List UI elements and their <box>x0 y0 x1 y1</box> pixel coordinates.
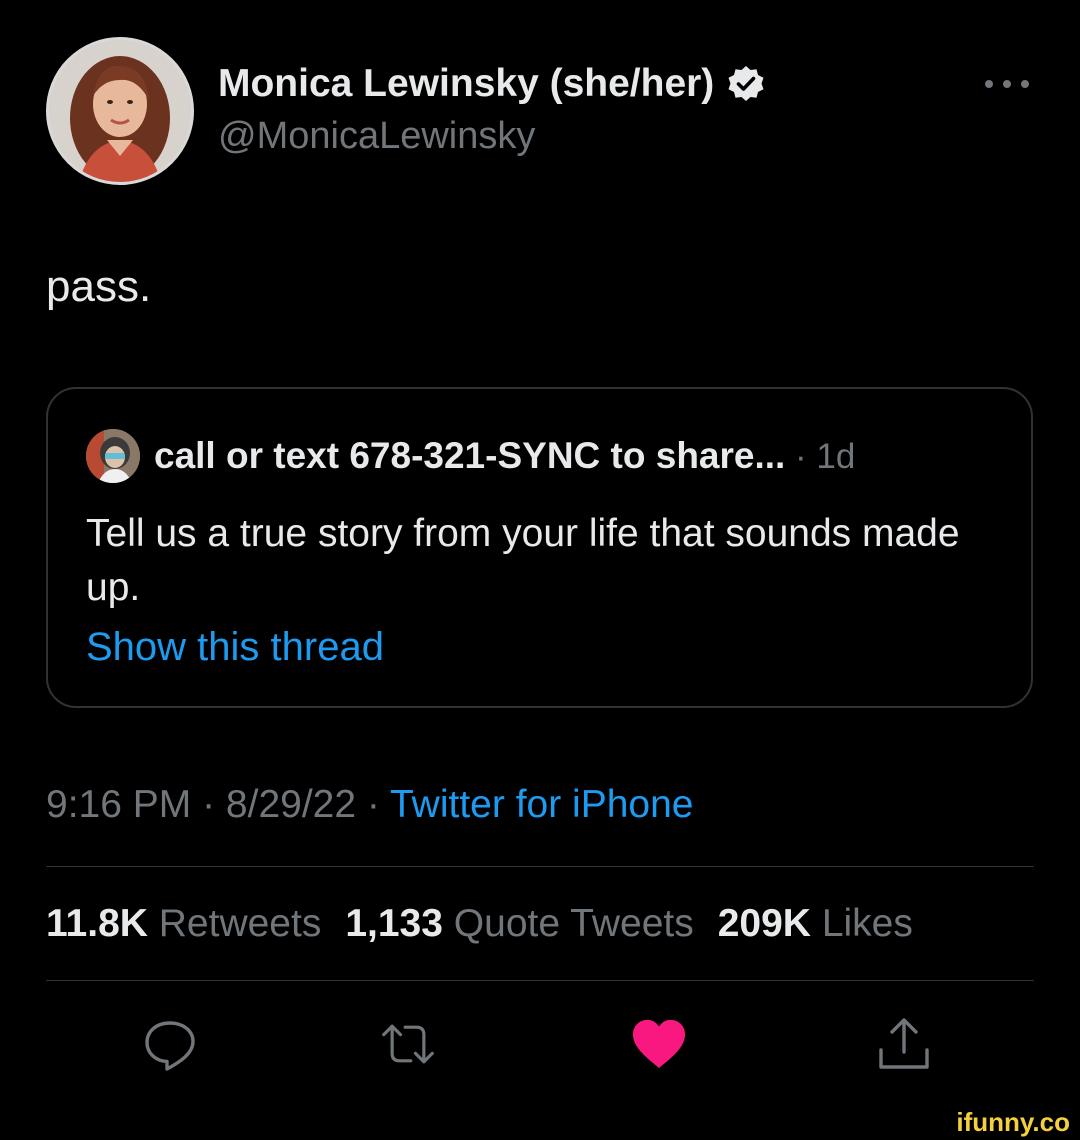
author-name-row[interactable]: Monica Lewinsky (she/her) <box>218 62 766 106</box>
author-avatar[interactable] <box>46 37 194 185</box>
author-handle[interactable]: @MonicaLewinsky <box>218 115 535 158</box>
retweet-icon <box>382 1024 434 1064</box>
retweet-button[interactable] <box>380 1016 436 1072</box>
likes-count: 209K <box>717 902 811 945</box>
meta-separator: · <box>191 783 226 826</box>
quoted-author-name[interactable]: call or text 678-321-SYNC to share... <box>154 435 785 476</box>
divider <box>46 866 1034 867</box>
quotes-stat[interactable]: 1,133 Quote Tweets <box>345 902 693 945</box>
quotes-count: 1,133 <box>345 902 443 945</box>
retweets-stat[interactable]: 11.8K Retweets <box>46 902 321 945</box>
tweet-detail: Monica Lewinsky (she/her) @MonicaLewinsk… <box>0 0 1080 1104</box>
heart-icon <box>632 1019 686 1069</box>
quoted-time-separator: · <box>785 437 817 476</box>
verified-badge-icon <box>726 64 766 104</box>
quoted-tweet-card[interactable]: call or text 678-321-SYNC to share... · … <box>46 387 1033 708</box>
quoted-tweet-header: call or text 678-321-SYNC to share... · … <box>154 435 855 477</box>
quoted-author-avatar <box>86 429 140 483</box>
more-options-icon[interactable] <box>985 76 1029 92</box>
tweet-meta: 9:16 PM · 8/29/22 · Twitter for iPhone <box>46 783 693 827</box>
quotes-label: Quote Tweets <box>453 902 694 945</box>
tweet-time[interactable]: 9:16 PM <box>46 783 191 826</box>
share-icon <box>879 1018 929 1069</box>
watermark-logo: ifunny.co <box>956 1107 1070 1137</box>
divider <box>46 980 1034 981</box>
tweet-source-link[interactable]: Twitter for iPhone <box>390 783 693 826</box>
tweet-text: pass. <box>46 262 152 311</box>
share-button[interactable] <box>876 1016 932 1072</box>
meta-separator: · <box>356 783 391 826</box>
quoted-tweet-time[interactable]: 1d <box>816 437 855 476</box>
tweet-stats: 11.8K Retweets 1,133 Quote Tweets 209K Lik… <box>46 902 913 946</box>
reply-icon <box>145 1021 195 1071</box>
reply-button[interactable] <box>142 1016 198 1072</box>
likes-stat[interactable]: 209K Likes <box>718 902 913 945</box>
like-button[interactable] <box>631 1016 687 1072</box>
footer-bar <box>0 1104 1080 1140</box>
retweets-label: Retweets <box>158 902 322 945</box>
author-name[interactable]: Monica Lewinsky (she/her) <box>218 62 714 106</box>
retweets-count: 11.8K <box>46 902 148 945</box>
tweet-date[interactable]: 8/29/22 <box>226 783 356 826</box>
show-thread-link[interactable]: Show this thread <box>86 625 384 670</box>
quoted-tweet-text: Tell us a true story from your life that… <box>86 512 960 609</box>
likes-label: Likes <box>821 902 913 945</box>
